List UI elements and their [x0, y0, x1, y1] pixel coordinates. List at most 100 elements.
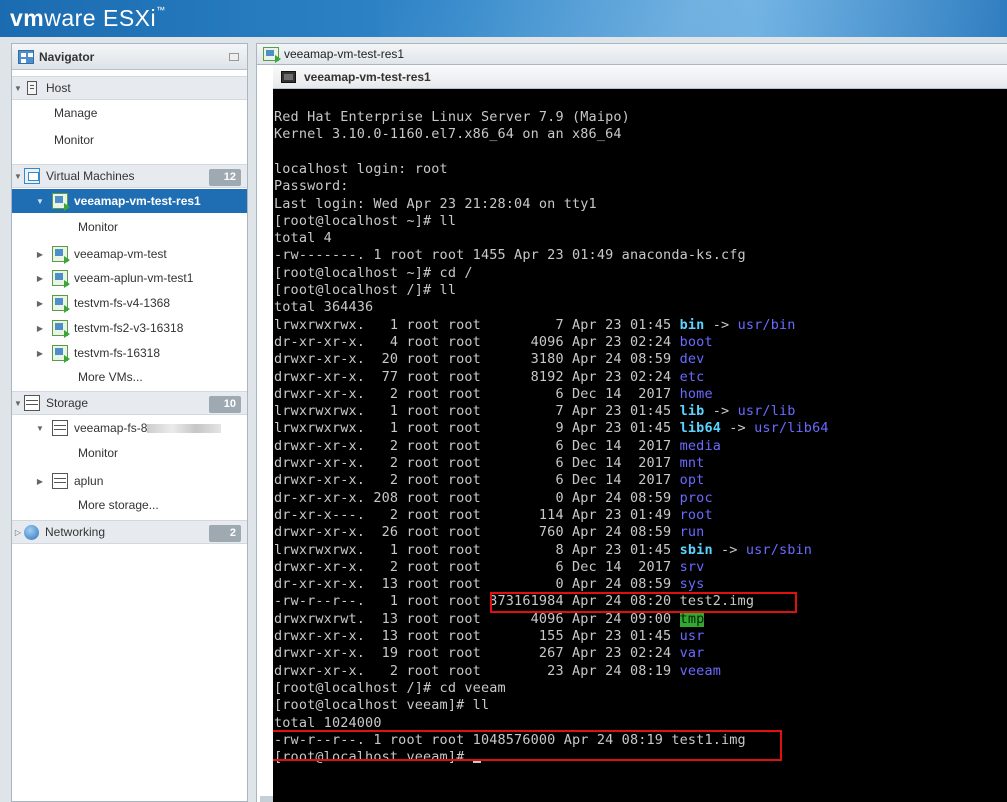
expand-host-icon[interactable]: ▼ — [12, 84, 24, 93]
terminal-text: Password: — [274, 178, 349, 195]
listing-meta: lrwxrwxrwx. 1 root root 7 Apr 23 01:45 — [274, 316, 680, 333]
nav-datastore-monitor[interactable]: Monitor — [12, 441, 247, 465]
terminal-line: drwxr-xr-x. 2 root root 23 Apr 24 08:19 … — [274, 663, 721, 680]
nav-vm-item[interactable]: ▶ veeam-aplun-vm-test1 — [12, 266, 247, 290]
networking-icon — [24, 524, 39, 540]
nav-networking[interactable]: ▷ Networking 2 — [12, 520, 247, 544]
terminal-line: -rw-------. 1 root root 1455 Apr 23 01:4… — [274, 247, 746, 264]
host-icon — [27, 81, 37, 95]
terminal-line: drwxr-xr-x. 2 root root 6 Dec 14 2017 ho… — [274, 386, 713, 403]
listing-meta: drwxr-xr-x. 2 root root 6 Dec 14 2017 — [274, 437, 680, 454]
vm-tab[interactable]: veeamap-vm-test-res1 — [256, 43, 1007, 65]
terminal-line: dr-xr-x---. 2 root root 114 Apr 23 01:49… — [274, 507, 713, 524]
terminal-line: drwxr-xr-x. 2 root root 6 Dec 14 2017 sr… — [274, 559, 704, 576]
link-target: usr/lib64 — [754, 420, 829, 437]
listing-name: media — [679, 437, 721, 454]
expand-vm-icon[interactable]: ▶ — [34, 324, 46, 333]
nav-storage[interactable]: ▼ Storage 10 — [12, 391, 247, 415]
listing-meta: drwxr-xr-x. 20 root root 3180 Apr 24 08:… — [274, 351, 680, 368]
navigator-panel: Navigator ▼ Host Manage Monitor ▼ Virtua… — [11, 43, 248, 802]
terminal-line: drwxr-xr-x. 19 root root 267 Apr 23 02:2… — [274, 645, 704, 662]
vm-icon — [52, 270, 70, 288]
expand-selected-vm-icon[interactable]: ▼ — [34, 197, 46, 206]
terminal-text: [root@localhost veeam]# ll — [274, 697, 490, 714]
nav-vm-item[interactable]: ▶ veeamap-vm-test — [12, 242, 247, 266]
terminal-line: Red Hat Enterprise Linux Server 7.9 (Mai… — [274, 109, 630, 126]
terminal-line: drwxrwxrwt. 13 root root 4096 Apr 24 09:… — [274, 610, 705, 628]
terminal-text: Last login: Wed Apr 23 21:28:04 on tty1 — [274, 195, 597, 212]
expand-datastore-icon[interactable]: ▶ — [34, 477, 46, 486]
terminal-line: [root@localhost veeam]# ll — [274, 697, 489, 714]
console-icon — [281, 70, 296, 83]
console-terminal[interactable]: [root@localhost veeam]# -rw-r--r--. 1 ro… — [273, 89, 1007, 802]
nav-host-label: Host — [46, 81, 71, 95]
collapse-navigator-button[interactable] — [229, 53, 239, 61]
more-vms-link[interactable]: More VMs... — [12, 365, 247, 389]
nav-vm-monitor[interactable]: Monitor — [12, 215, 247, 239]
nav-host-monitor[interactable]: Monitor — [12, 128, 247, 152]
terminal-text: localhost login: root — [274, 160, 448, 177]
expand-vm-icon[interactable]: ▶ — [34, 250, 46, 259]
terminal-text: [root@localhost /]# ll — [274, 282, 457, 298]
nav-vm-item[interactable]: ▶ testvm-fs2-v3-16318 — [12, 316, 247, 340]
terminal-line: lrwxrwxrwx. 1 root root 7 Apr 23 01:45 b… — [274, 317, 796, 334]
nav-vm-label: veeamap-vm-test — [74, 247, 167, 261]
listing-meta: drwxr-xr-x. 77 root root 8192 Apr 23 02:… — [274, 368, 680, 385]
listing-name: veeam — [679, 662, 721, 679]
nav-host-manage[interactable]: Manage — [12, 101, 247, 125]
terminal-text: total 4 — [274, 230, 332, 247]
terminal-line: drwxr-xr-x. 26 root root 760 Apr 24 08:5… — [274, 524, 704, 541]
listing-meta: lrwxrwxrwx. 1 root root 9 Apr 23 01:45 — [274, 420, 680, 437]
listing-name: lib — [679, 403, 705, 420]
nav-storage-label: Storage — [46, 396, 89, 410]
terminal-line: lrwxrwxrwx. 1 root root 9 Apr 23 01:45 l… — [274, 420, 829, 437]
vm-icon — [52, 246, 70, 264]
terminal-text: total 364436 — [274, 299, 374, 316]
expand-vms-icon[interactable]: ▼ — [12, 172, 24, 181]
expand-vm-icon[interactable]: ▶ — [34, 349, 46, 358]
highlight-box-test2 — [490, 592, 797, 613]
terminal-line: drwxr-xr-x. 2 root root 6 Dec 14 2017 mn… — [274, 455, 704, 472]
nav-vm-item[interactable]: ▶ testvm-fs-v4-1368 — [12, 291, 247, 315]
terminal-text: -rw-------. 1 root root 1455 Apr 23 01:4… — [274, 247, 746, 264]
console-titlebar[interactable]: veeamap-vm-test-res1 — [273, 65, 1007, 89]
listing-meta: drwxr-xr-x. 2 root root 6 Dec 14 2017 — [274, 558, 680, 575]
nav-vm-selected[interactable]: ▼ veeamap-vm-test-res1 — [12, 189, 247, 213]
listing-meta: drwxr-xr-x. 2 root root 6 Dec 14 2017 — [274, 455, 680, 471]
terminal-line: total 364436 — [274, 299, 373, 316]
terminal-line: Password: — [274, 178, 349, 195]
nav-networking-label: Networking — [45, 525, 106, 539]
listing-name: opt — [679, 472, 705, 489]
listing-meta: dr-xr-x---. 2 root root 114 Apr 23 01:49 — [274, 506, 680, 523]
terminal-line: drwxr-xr-x. 2 root root 6 Dec 14 2017 me… — [274, 438, 721, 455]
listing-meta: dr-xr-xr-x. 208 root root 0 Apr 24 08:59 — [274, 489, 680, 506]
more-storage-link[interactable]: More storage... — [12, 493, 247, 517]
listing-name: lib64 — [679, 420, 721, 437]
nav-vm-item[interactable]: ▶ testvm-fs-16318 — [12, 341, 247, 365]
listing-name: bin — [679, 316, 705, 333]
listing-name: dev — [679, 351, 705, 368]
vm-icon — [52, 295, 70, 313]
nav-virtual-machines[interactable]: ▼ Virtual Machines 12 — [12, 164, 247, 188]
terminal-line: drwxr-xr-x. 20 root root 3180 Apr 24 08:… — [274, 351, 704, 368]
terminal-line: localhost login: root — [274, 161, 448, 178]
listing-name: tmp — [679, 610, 705, 627]
link-arrow: -> — [712, 541, 746, 558]
expand-datastore-icon[interactable]: ▼ — [34, 424, 46, 433]
listing-meta: dr-xr-xr-x. 13 root root 0 Apr 24 08:59 — [274, 576, 680, 593]
listing-name: root — [679, 506, 713, 523]
expand-vm-icon[interactable]: ▶ — [34, 299, 46, 308]
expand-storage-icon[interactable]: ▼ — [12, 399, 24, 408]
nav-vm-label: testvm-fs-16318 — [74, 346, 161, 360]
expand-networking-icon[interactable]: ▷ — [12, 528, 24, 537]
terminal-line: dr-xr-xr-x. 13 root root 0 Apr 24 08:59 … — [274, 576, 704, 593]
storage-count-badge: 10 — [209, 396, 241, 413]
nav-datastore-item[interactable]: ▶ aplun — [12, 469, 247, 493]
expand-vm-icon[interactable]: ▶ — [34, 274, 46, 283]
nav-datastore-item[interactable]: ▼ veeamap-fs-8 — [12, 416, 247, 440]
nav-datastore-label: veeamap-fs-8 — [74, 421, 148, 435]
listing-meta: drwxr-xr-x. 19 root root 267 Apr 23 02:2… — [274, 645, 680, 662]
navigator-icon — [18, 49, 34, 64]
listing-name: sys — [679, 576, 705, 593]
nav-host[interactable]: ▼ Host — [12, 76, 247, 100]
